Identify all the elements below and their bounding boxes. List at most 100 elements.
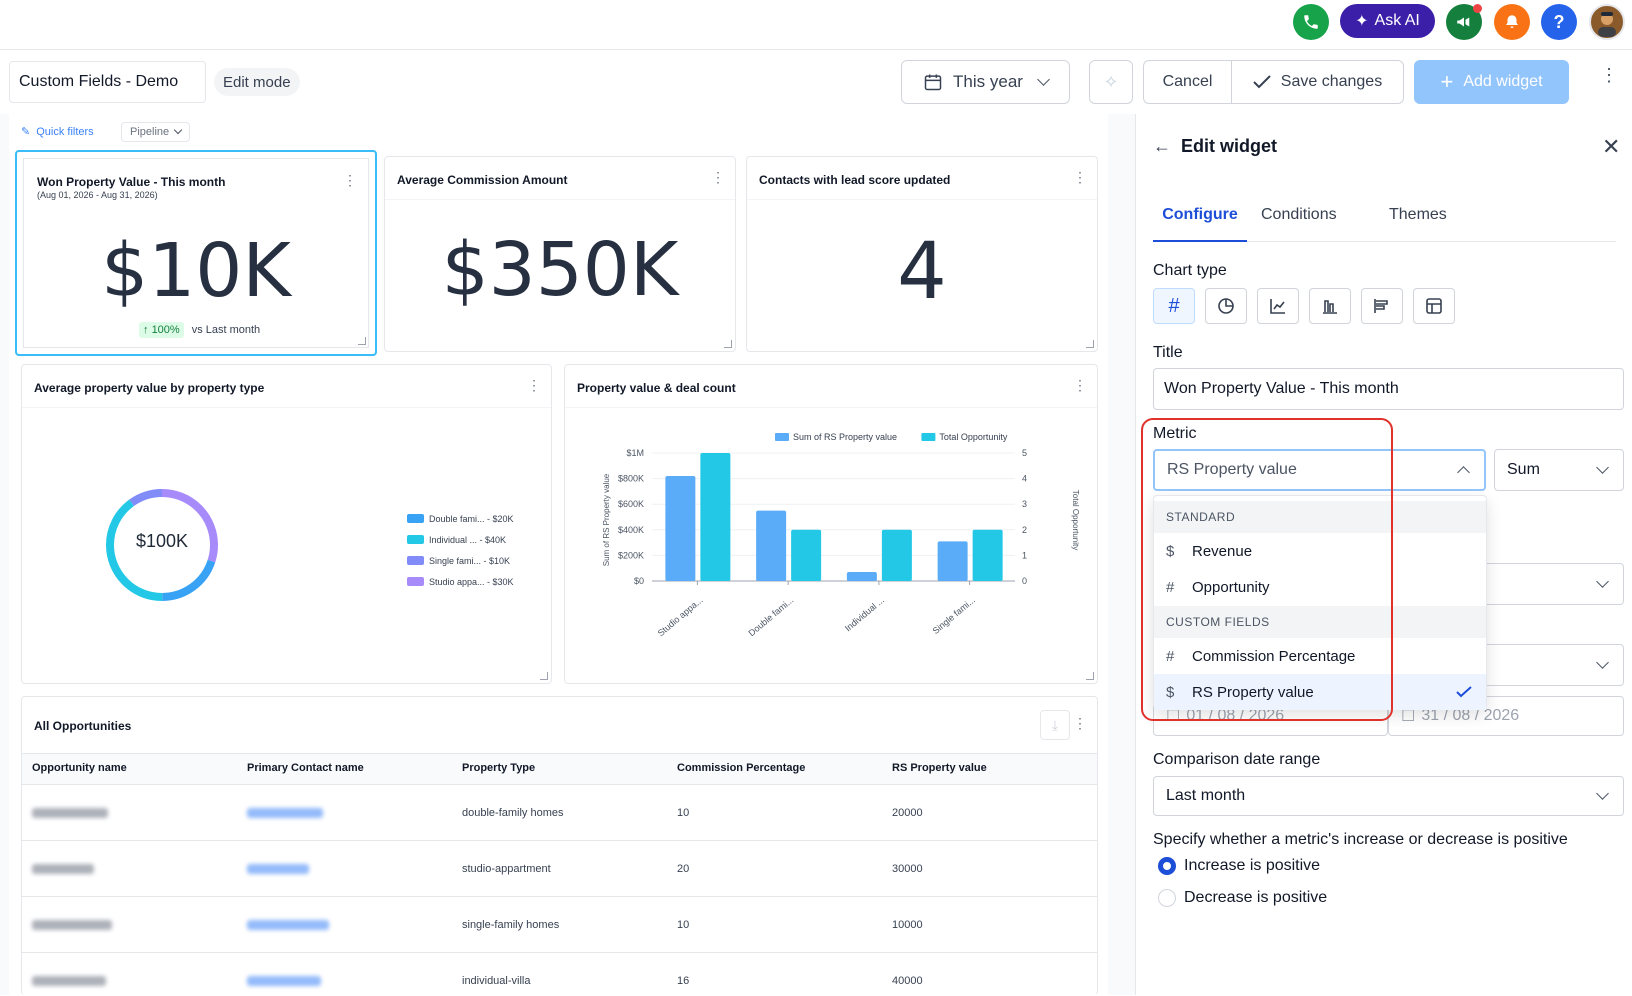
widget-title: Won Property Value - This month <box>37 175 226 189</box>
chart-type-line-icon[interactable] <box>1257 288 1299 324</box>
avatar[interactable] <box>1589 4 1625 40</box>
won-property-widget[interactable]: Won Property Value - This month (Aug 01,… <box>15 150 377 356</box>
y2-tick-label: 2 <box>1022 525 1027 535</box>
widget-menu-icon[interactable]: ⋮ <box>527 378 541 392</box>
x-tick-label: Single fami... <box>931 595 977 636</box>
resize-handle[interactable] <box>358 337 366 345</box>
donut-widget[interactable]: Average property value by property type … <box>21 364 552 684</box>
cancel-button[interactable]: Cancel <box>1144 61 1232 103</box>
resize-handle[interactable] <box>1086 340 1094 348</box>
redacted-contact[interactable] <box>247 864 309 874</box>
phone-icon[interactable] <box>1293 4 1329 40</box>
x-tick-label: Double fami... <box>746 595 795 638</box>
table-row[interactable]: double-family homes 10 20000 <box>22 785 1097 841</box>
tab-label: Conditions <box>1261 206 1337 223</box>
cell-property-value: 10000 <box>892 919 923 931</box>
close-icon[interactable]: ✕ <box>1602 134 1620 160</box>
aggregation-select[interactable]: Sum <box>1494 449 1624 491</box>
megaphone-icon[interactable] <box>1446 4 1482 40</box>
widget-menu-icon[interactable]: ⋮ <box>1073 378 1087 392</box>
more-options-icon[interactable]: ⋮ <box>1600 66 1618 84</box>
tab-label: Themes <box>1389 206 1447 223</box>
table-row[interactable]: single-family homes 10 10000 <box>22 897 1097 953</box>
chart-type-table-icon[interactable] <box>1413 288 1455 324</box>
quick-filters-button[interactable]: ✎ Quick filters <box>21 125 94 139</box>
y-tick-label: $600K <box>618 499 644 509</box>
commission-widget[interactable]: Average Commission Amount ⋮ $350K <box>384 156 736 352</box>
column-header[interactable]: Property Type <box>462 762 535 774</box>
magic-wand-button[interactable]: ✧ <box>1089 60 1133 104</box>
widget-title: Average Commission Amount <box>397 173 568 187</box>
bar-chart: $0 $200K $400K $600K $800K $1M 0 1 2 3 4 5 Sum of RS… <box>602 432 1080 638</box>
pencil-icon: ✎ <box>21 126 31 138</box>
widget-menu-icon[interactable]: ⋮ <box>1073 170 1087 184</box>
chevron-down-icon <box>1596 575 1609 588</box>
date-range-select[interactable]: This year <box>901 60 1070 104</box>
download-icon[interactable]: ⤓ <box>1040 710 1070 740</box>
add-widget-button[interactable]: + Add widget <box>1414 60 1569 104</box>
donut-center-value: $100K <box>135 531 189 551</box>
column-header[interactable]: Primary Contact name <box>247 762 364 774</box>
legend-swatch <box>921 433 936 441</box>
tab-themes[interactable]: Themes <box>1389 206 1447 224</box>
redacted-contact[interactable] <box>247 808 323 818</box>
tab-configure[interactable]: Configure <box>1153 202 1247 242</box>
widget-date-range: (Aug 01, 2026 - Aug 31, 2026) <box>37 190 158 200</box>
increase-radio[interactable] <box>1158 857 1176 875</box>
bell-icon[interactable] <box>1494 4 1530 40</box>
comparison-value: Last month <box>1166 787 1246 804</box>
help-icon[interactable]: ? <box>1541 4 1577 40</box>
chart-type-pie-icon[interactable] <box>1205 288 1247 324</box>
bar-property-value <box>846 572 877 581</box>
widget-menu-icon[interactable]: ⋮ <box>343 173 357 187</box>
pipeline-filter[interactable]: Pipeline <box>121 122 191 142</box>
save-changes-label: Save changes <box>1280 73 1383 90</box>
cell-property-type: single-family homes <box>462 919 560 931</box>
y-axis-label: Sum of RS Property value <box>602 473 611 566</box>
title-input[interactable]: Won Property Value - This month <box>1153 368 1624 410</box>
column-header[interactable]: RS Property value <box>892 762 987 774</box>
aggregation-value: Sum <box>1507 461 1540 478</box>
decrease-radio[interactable] <box>1158 889 1176 907</box>
contacts-widget[interactable]: Contacts with lead score updated ⋮ 4 <box>746 156 1098 352</box>
chevron-down-icon <box>1037 72 1050 86</box>
comparison-label: Comparison date range <box>1153 751 1321 768</box>
comparison-select[interactable]: Last month <box>1153 776 1624 816</box>
title-input-value: Won Property Value - This month <box>1164 380 1399 397</box>
table-row[interactable]: studio-appartment 20 30000 <box>22 841 1097 897</box>
table-row[interactable]: individual-villa 16 40000 <box>22 953 1097 996</box>
resize-handle[interactable] <box>540 672 548 680</box>
divider <box>747 199 1097 200</box>
cell-property-value: 20000 <box>892 807 923 819</box>
opportunities-table-widget[interactable]: All Opportunities ⤓ ⋮ Opportunity name P… <box>21 696 1098 995</box>
chart-type-bar-icon[interactable] <box>1309 288 1351 324</box>
widget-menu-icon[interactable]: ⋮ <box>711 170 725 184</box>
x-tick-label: Individual ... <box>843 595 886 634</box>
column-header[interactable]: Commission Percentage <box>677 762 805 774</box>
widget-value: 4 <box>897 227 947 317</box>
legend-swatch <box>407 556 424 565</box>
y2-tick-label: 0 <box>1022 576 1027 586</box>
legend-item: Double fami... - $20K <box>407 508 514 529</box>
check-icon <box>1456 686 1472 698</box>
decrease-label: Decrease is positive <box>1184 889 1328 906</box>
chart-type-number-icon[interactable]: # <box>1153 288 1195 324</box>
redacted-contact[interactable] <box>247 976 321 986</box>
dashboard-name-field[interactable]: Custom Fields - Demo <box>9 61 206 103</box>
ask-ai-button[interactable]: ✦ Ask AI <box>1340 4 1435 38</box>
tab-conditions[interactable]: Conditions <box>1261 206 1337 224</box>
add-widget-label: Add widget <box>1463 73 1543 90</box>
bar-property-value <box>756 510 787 581</box>
cell-commission: 10 <box>677 919 690 931</box>
resize-handle[interactable] <box>1086 672 1094 680</box>
widget-menu-icon[interactable]: ⋮ <box>1073 716 1087 730</box>
back-arrow-icon[interactable]: ← <box>1153 136 1171 157</box>
resize-handle[interactable] <box>724 340 732 348</box>
bar-chart-widget[interactable]: Property value & deal count ⋮ $0 $200K $40… <box>564 364 1098 684</box>
column-header[interactable]: Opportunity name <box>32 762 127 774</box>
chart-type-horizontal-bar-icon[interactable] <box>1361 288 1403 324</box>
legend-label: Double fami... - $20K <box>429 513 514 524</box>
cell-property-value: 30000 <box>892 863 923 875</box>
redacted-contact[interactable] <box>247 920 329 930</box>
save-changes-button[interactable]: Save changes <box>1232 61 1403 103</box>
